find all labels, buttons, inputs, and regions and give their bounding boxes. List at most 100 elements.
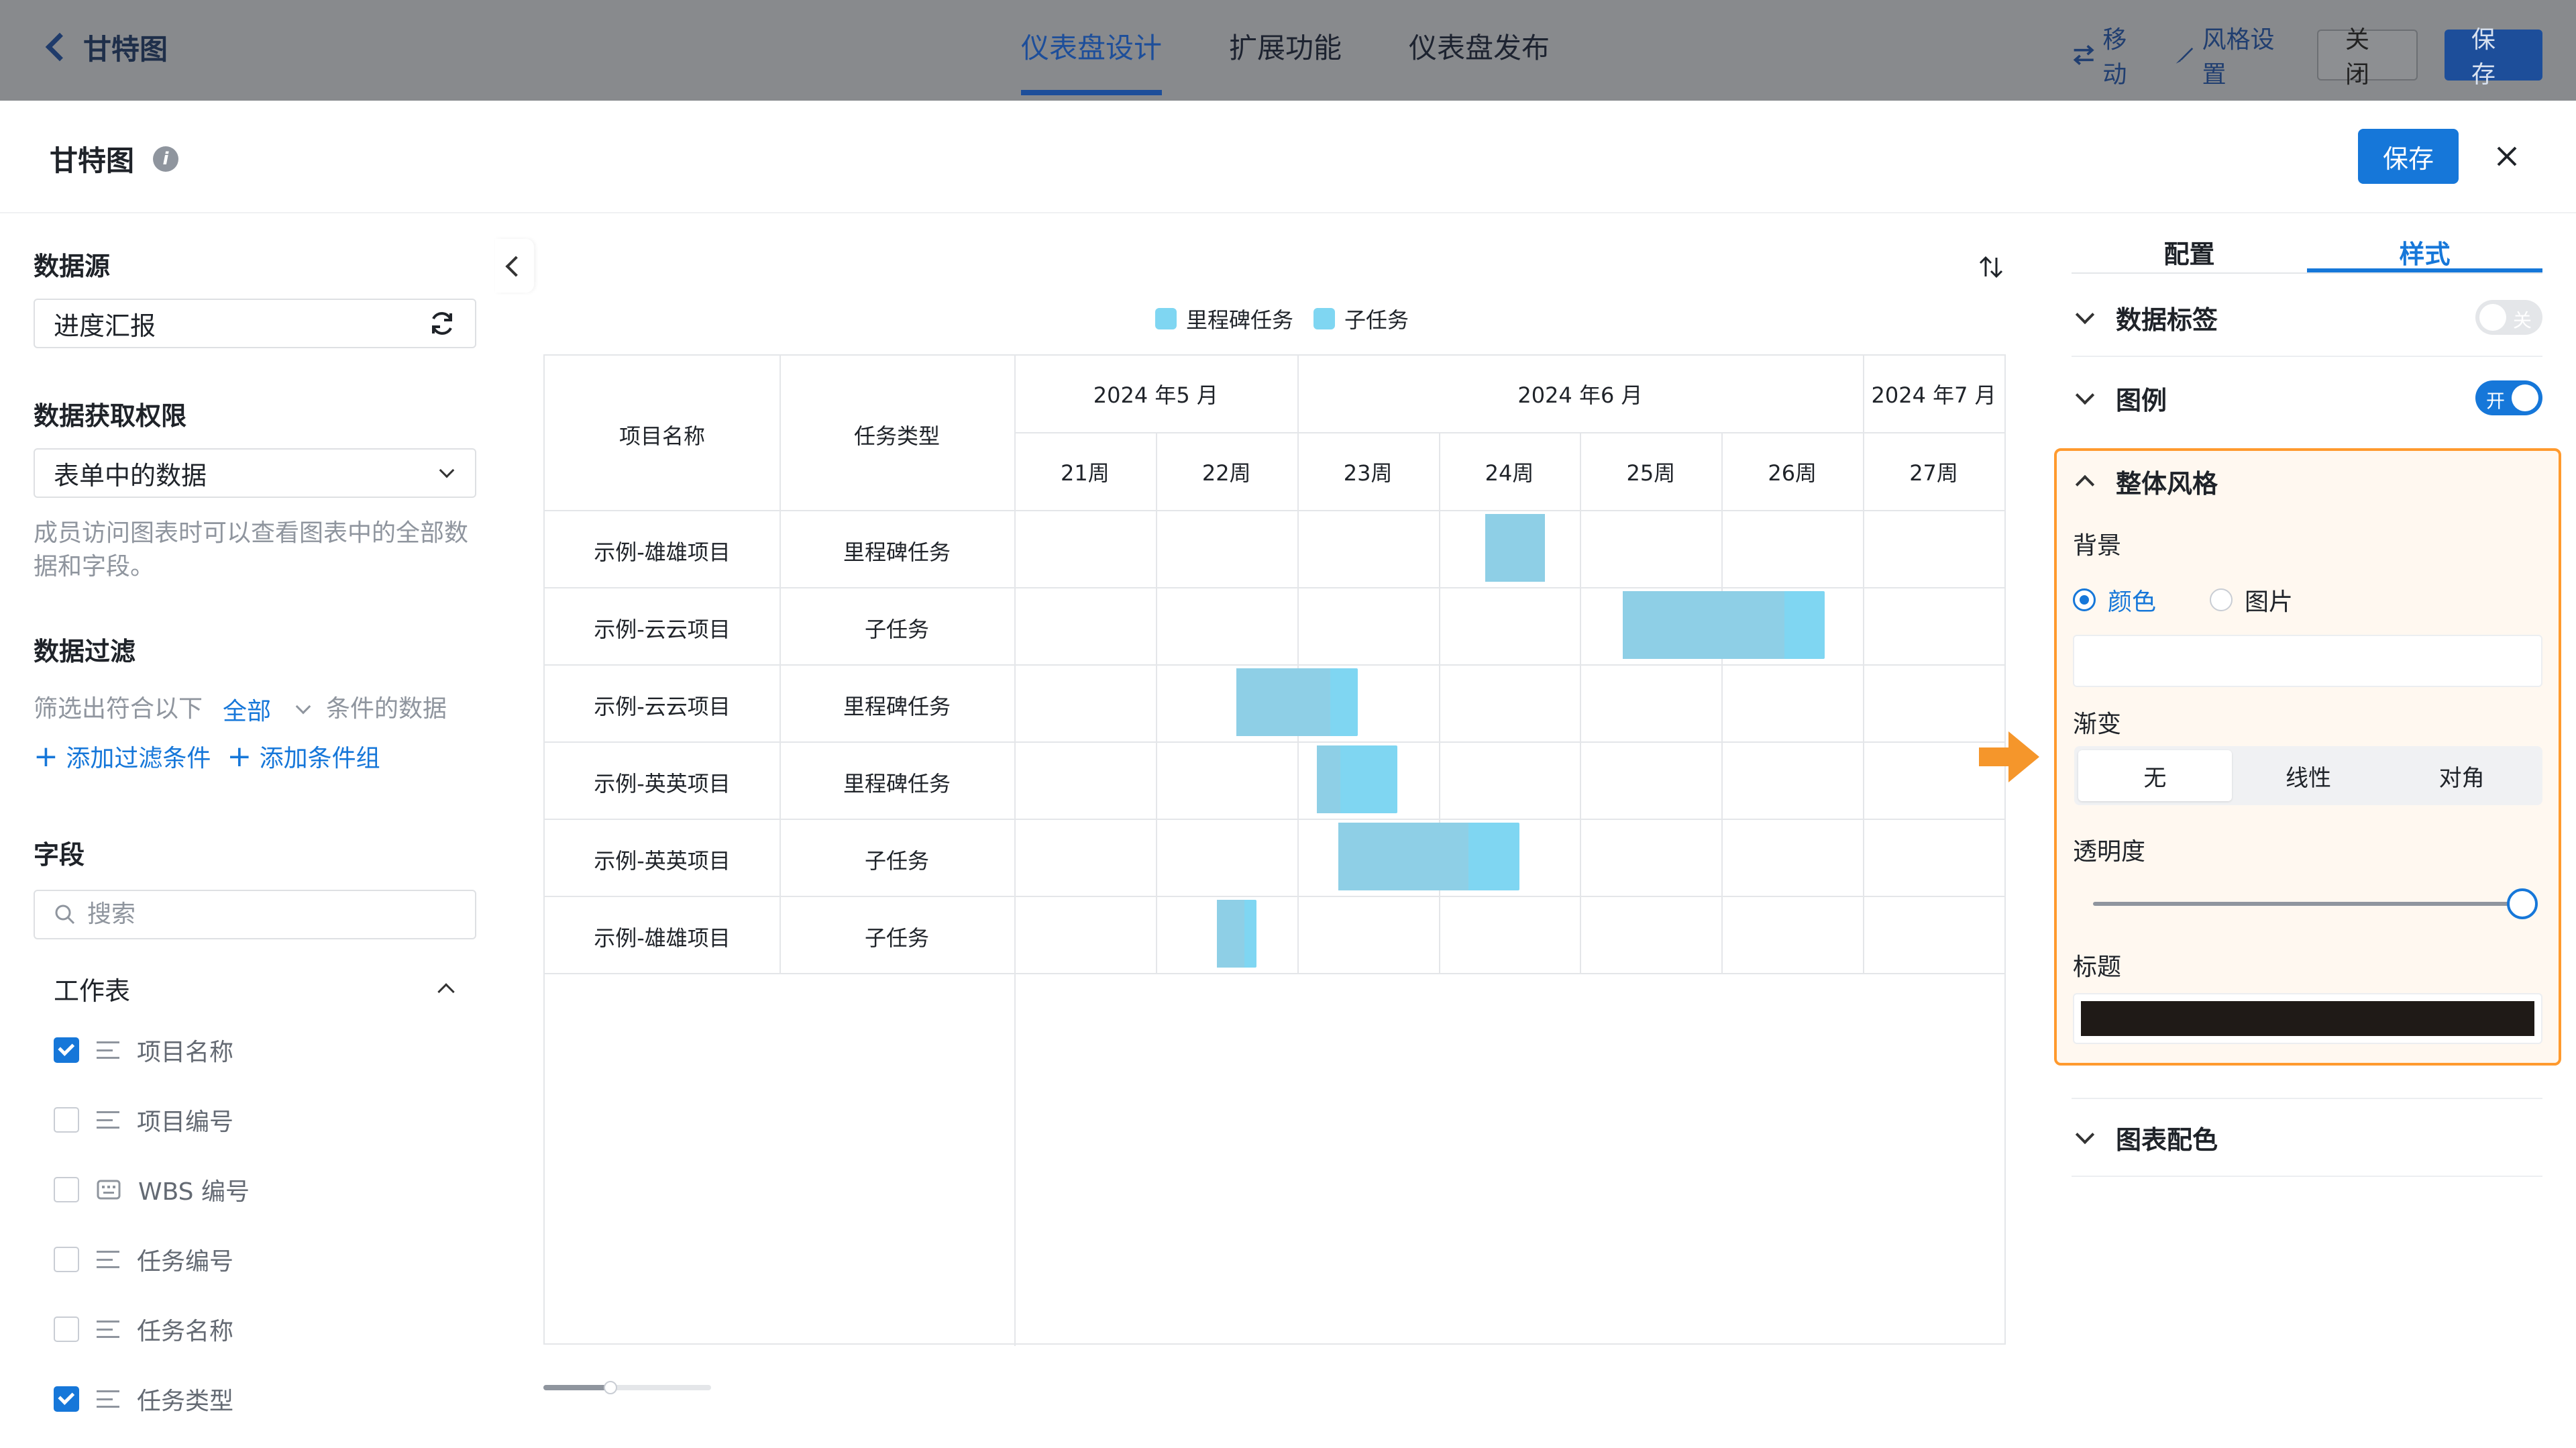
legend-item[interactable]: 子任务 (1313, 303, 1409, 334)
field-checkbox[interactable] (54, 1107, 79, 1133)
field-name: 任务名称 (137, 1318, 234, 1345)
slider-handle[interactable] (604, 1381, 617, 1394)
legend-item[interactable]: 里程碑任务 (1155, 303, 1293, 334)
chevron-down-icon[interactable] (295, 699, 311, 715)
filter-condition-line: 筛选出符合以下 全部 条件的数据 (34, 692, 476, 727)
text-lines-icon (97, 1321, 119, 1338)
title-color-picker[interactable] (2073, 993, 2542, 1044)
row-project: 示例-雄雄项目 (594, 925, 731, 951)
add-filter-button[interactable]: + 添加过滤条件 (34, 739, 211, 774)
bg-color-radio[interactable]: 颜色 (2073, 582, 2156, 617)
field-checkbox[interactable] (54, 1316, 79, 1342)
modal-title: 甘特图 i (50, 138, 179, 179)
grid-line (545, 819, 2004, 820)
gantt-bar-progress (1236, 668, 1330, 736)
field-name: 项目编号 (137, 1108, 234, 1136)
gantt-bar[interactable] (1622, 591, 1825, 659)
gradient-diagonal-option[interactable]: 对角 (2385, 750, 2538, 801)
legend-section[interactable]: 图例 开 (2072, 358, 2542, 437)
field-checkbox[interactable] (54, 1177, 79, 1202)
field-item[interactable]: WBS 编号 (34, 1155, 476, 1225)
config-style-tabs: 配置 样式 (2072, 225, 2542, 274)
field-list: 项目名称项目编号 WBS 编号 任务编号任务名称任务类型 (34, 1015, 476, 1434)
gantt-bar[interactable] (1338, 823, 1519, 890)
move-button[interactable]: 移动 (2072, 20, 2147, 90)
gantt-bar[interactable] (1236, 668, 1358, 736)
data-label-section[interactable]: 数据标签 关 (2072, 279, 2542, 357)
row-project: 示例-英英项目 (594, 771, 731, 796)
worksheet-group-header[interactable]: 工作表 (34, 970, 476, 1007)
close-icon[interactable] (2490, 140, 2524, 173)
grid-line (545, 510, 2004, 511)
row-project: 示例-云云项目 (594, 617, 731, 642)
field-name: 项目名称 (137, 1039, 234, 1066)
tab-style[interactable]: 样式 (2307, 225, 2542, 272)
gantt-bar[interactable] (1317, 745, 1398, 813)
tab-config[interactable]: 配置 (2072, 225, 2307, 272)
back-button[interactable]: 甘特图 (40, 27, 168, 67)
gantt-bar[interactable] (1216, 900, 1256, 968)
close-dashboard-button[interactable]: 关闭 (2316, 26, 2418, 89)
collapse-left-panel-button[interactable] (495, 239, 534, 293)
gantt-bar-progress (1338, 823, 1469, 890)
text-lines-icon (97, 1390, 119, 1408)
slider-handle[interactable] (2507, 888, 2538, 919)
legend-toggle[interactable]: 开 (2475, 380, 2542, 415)
refresh-icon[interactable] (428, 309, 456, 338)
title-label: 标题 (2073, 953, 2122, 981)
opacity-slider[interactable] (2093, 888, 2538, 919)
row-task-type: 子任务 (864, 848, 929, 874)
data-label-toggle[interactable]: 关 (2475, 300, 2542, 335)
chevron-up-icon (437, 982, 455, 1000)
gantt-bar-progress (1317, 745, 1341, 813)
month-header: 2024 年5 月 (1093, 382, 1218, 408)
filter-mode-select[interactable]: 全部 (223, 692, 271, 727)
field-item[interactable]: 项目编号 (34, 1085, 476, 1155)
chart-colors-section[interactable]: 图表配色 (2072, 1098, 2542, 1177)
gradient-none-option[interactable]: 无 (2078, 750, 2232, 801)
field-item[interactable]: 项目名称 (34, 1015, 476, 1085)
field-checkbox[interactable] (54, 1247, 79, 1272)
grid-line (1014, 356, 1016, 1346)
style-settings-button[interactable]: 风格设置 (2174, 20, 2290, 90)
search-icon (55, 904, 75, 925)
field-name: WBS 编号 (138, 1178, 250, 1206)
chevron-down-icon (2075, 385, 2095, 405)
field-item[interactable]: 任务名称 (34, 1294, 476, 1364)
save-dashboard-button[interactable]: 保存 (2444, 26, 2542, 89)
background-type-radios: 颜色 图片 (2073, 582, 2293, 617)
row-task-type: 子任务 (864, 925, 929, 951)
tab-dashboard-design[interactable]: 仪表盘设计 (1021, 25, 1163, 95)
week-header: 25周 (1626, 460, 1676, 486)
gradient-segmented-control: 无 线性 对角 (2074, 746, 2542, 805)
row-project: 示例-云云项目 (594, 694, 731, 719)
arrow-right-icon (1979, 731, 2039, 782)
horizontal-zoom-slider[interactable] (543, 1381, 711, 1394)
grid-line (545, 973, 2004, 974)
field-checkbox[interactable] (54, 1037, 79, 1063)
grid-line (1580, 432, 1582, 973)
fields-title: 字段 (34, 840, 85, 870)
bg-image-radio[interactable]: 图片 (2210, 582, 2293, 617)
field-checkbox[interactable] (54, 1386, 79, 1412)
field-item[interactable]: 任务编号 (34, 1225, 476, 1294)
tab-dashboard-publish[interactable]: 仪表盘发布 (1409, 25, 1550, 95)
datasource-select[interactable]: 进度汇报 (34, 299, 476, 348)
overall-style-header[interactable]: 整体风格 (2072, 463, 2218, 500)
sort-icon[interactable] (1978, 254, 2004, 280)
month-header: 2024 年7 月 (1871, 382, 1996, 408)
background-color-picker[interactable] (2073, 635, 2542, 687)
gradient-linear-option[interactable]: 线性 (2232, 750, 2385, 801)
info-icon[interactable]: i (153, 146, 179, 172)
tab-extensions[interactable]: 扩展功能 (1229, 25, 1342, 95)
add-condition-group-button[interactable]: + 添加条件组 (227, 739, 380, 774)
field-item[interactable]: 任务类型 (34, 1364, 476, 1434)
row-project: 示例-雄雄项目 (594, 539, 731, 565)
modal-save-button[interactable]: 保存 (2358, 129, 2459, 184)
gantt-bar[interactable] (1485, 514, 1545, 582)
permission-select[interactable]: 表单中的数据 (34, 448, 476, 498)
keyboard-icon (97, 1180, 121, 1200)
field-name: 任务编号 (137, 1248, 234, 1276)
field-search-input[interactable]: 搜索 (34, 890, 476, 939)
week-header: 27周 (1909, 460, 1958, 486)
